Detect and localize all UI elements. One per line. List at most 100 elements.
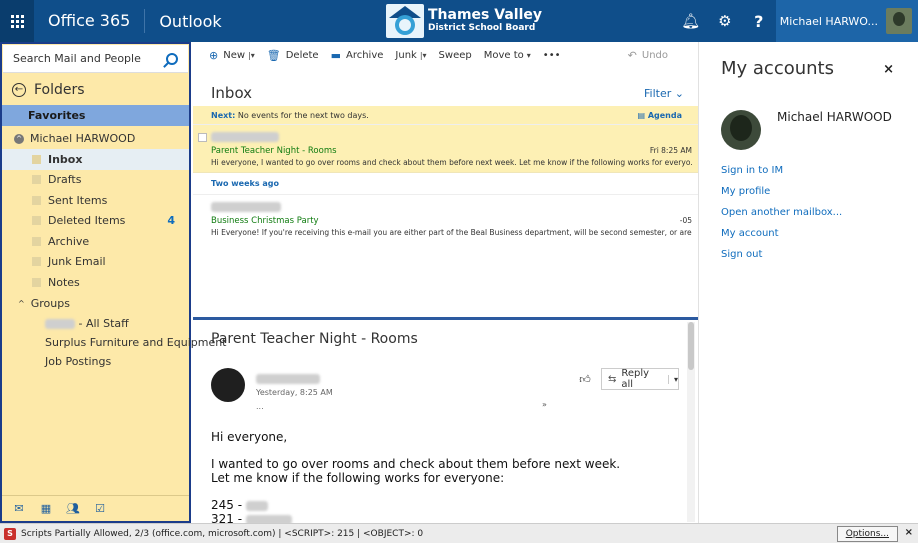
folder-icon [32,257,41,267]
list-title: Inbox [211,84,253,102]
redacted-sender [211,202,281,212]
move-to-button[interactable]: Move to ▾ [484,50,531,61]
group-label: - All Staff [78,316,129,330]
folder-notes[interactable]: Notes [2,272,189,293]
group-label: Job Postings [45,354,112,368]
my-profile-link[interactable]: My profile [721,186,770,197]
settings-button[interactable]: ⚙ [708,0,742,42]
help-button[interactable]: ? [742,0,776,42]
favorites-header[interactable]: Favorites [2,105,189,126]
account-header[interactable]: ^ Michael HARWOOD [2,126,189,149]
folder-junk-email[interactable]: Junk Email [2,252,189,273]
undo-button[interactable]: ↶ Undo [628,49,668,62]
folder-label: Archive [48,234,90,248]
folder-drafts[interactable]: Drafts [2,170,189,191]
close-icon[interactable]: × [905,527,913,538]
message-time: Fri 8:25 AM [649,146,692,155]
app-launcher-button[interactable] [0,0,34,42]
filter-button[interactable]: Filter ⌄ [644,87,684,100]
chevron-down-icon: ⌄ [674,86,684,100]
delete-button[interactable]: 🗑︎ Delete [267,49,319,62]
folder-archive[interactable]: Archive [2,231,189,252]
junk-label: Junk [395,49,417,61]
chevron-down-icon[interactable]: |▾ [248,51,255,60]
chevron-down-icon[interactable]: |▾ [420,51,427,60]
app-label[interactable]: Outlook [145,12,221,31]
close-icon[interactable]: × [883,62,894,77]
group-surplus-furniture[interactable]: Surplus Furniture and Equipment [2,333,227,352]
folder-deleted-items[interactable]: Deleted Items 4 [2,211,189,232]
more-actions-button[interactable]: ••• [543,50,561,61]
folder-label: Drafts [48,173,82,187]
archive-button[interactable]: ▬ Archive [331,49,384,62]
user-menu-button[interactable]: Michael HARWO... [775,0,918,42]
folder-icon [32,277,41,287]
reading-pane: Parent Teacher Night - Rooms Yesterday, … [193,318,698,523]
redacted-text [245,500,268,511]
redacted-text [245,514,292,523]
options-button[interactable]: Options... [836,526,898,542]
search-input[interactable]: Search Mail and People [13,52,141,65]
waffle-icon [10,14,24,28]
brand-line-1: Thames Valley [428,7,542,23]
help-icon: ? [754,11,764,31]
sign-in-im-link[interactable]: Sign in to IM [721,165,783,176]
group-job-postings[interactable]: Job Postings [2,352,189,371]
expand-recipients[interactable]: ... [256,402,264,411]
reply-all-button[interactable]: ⇆ Reply all ▾ [601,368,679,390]
folder-icon [32,236,41,246]
panel-title: My accounts [721,58,834,79]
search-icon[interactable] [166,52,178,65]
delete-label: Delete [285,49,319,61]
select-checkbox[interactable] [198,133,207,142]
list-item[interactable]: Business Christmas Party -05 Hi Everyone… [193,195,698,242]
junk-button[interactable]: Junk |▾ [395,50,426,61]
notifications-button[interactable]: 🔔︎ [674,0,708,42]
archive-label: Archive [345,49,384,61]
new-button[interactable]: ⊕ New |▾ [209,49,255,62]
folder-label: Notes [48,275,80,289]
move-to-label: Move to [483,49,524,61]
back-arrow-icon[interactable]: ← [12,83,26,97]
message-title: Parent Teacher Night - Rooms [211,331,418,347]
message-list: Inbox Filter ⌄ Next: No events for the n… [193,68,698,318]
message-preview: Hi Everyone! If you're receiving this e-… [211,228,692,237]
scrollbar-thumb[interactable] [688,322,694,370]
people-icon[interactable]: 👥︎ [66,502,80,515]
folders-header[interactable]: ← Folders [2,74,189,102]
sign-out-link[interactable]: Sign out [721,249,762,260]
avatar [886,8,912,34]
brand-line-2: District School Board [428,23,536,33]
folders-label: Folders [34,82,85,98]
school-board-logo-icon [386,4,424,38]
agenda-bar: Next: No events for the next two days. ▤… [193,106,698,124]
tasks-icon[interactable]: ☑ [93,502,107,515]
new-label: New [223,49,246,61]
message-time: -05 [679,216,692,225]
group-all-staff[interactable]: - All Staff [2,314,189,333]
folder-inbox[interactable]: Inbox [2,149,189,170]
folder-sent-items[interactable]: Sent Items [2,190,189,211]
groups-header[interactable]: ^ Groups [2,293,189,314]
suite-label[interactable]: Office 365 [34,9,146,33]
mail-icon[interactable]: ✉ [12,502,26,515]
sweep-button[interactable]: Sweep [439,50,472,61]
open-another-mailbox-link[interactable]: Open another mailbox... [721,207,842,218]
chevron-down-icon[interactable]: ▾ [667,374,678,384]
chevron-down-icon[interactable]: » [542,400,547,409]
status-text: Scripts Partially Allowed, 2/3 (office.c… [21,528,424,539]
bell-icon: 🔔︎ [681,12,701,30]
my-account-link[interactable]: My account [721,228,779,239]
calendar-icon[interactable]: ▦ [39,502,53,515]
collapse-icon[interactable]: ^ [18,299,25,308]
collapse-icon[interactable]: ^ [14,133,24,144]
account-name: Michael HARWOOD [777,110,892,124]
search-box[interactable]: Search Mail and People [3,45,188,73]
sweep-label: Sweep [438,49,472,61]
more-icon: ••• [542,49,561,61]
list-item[interactable]: Parent Teacher Night - Rooms Fri 8:25 AM… [193,124,698,172]
agenda-button[interactable]: ▤ Agenda [637,111,682,120]
like-icon[interactable]: 👍︎ [575,370,595,390]
command-bar: ⊕ New |▾ 🗑︎ Delete ▬ Archive Junk |▾ Swe… [193,42,698,68]
message-body: Hi everyone, I wanted to go over rooms a… [211,430,620,523]
